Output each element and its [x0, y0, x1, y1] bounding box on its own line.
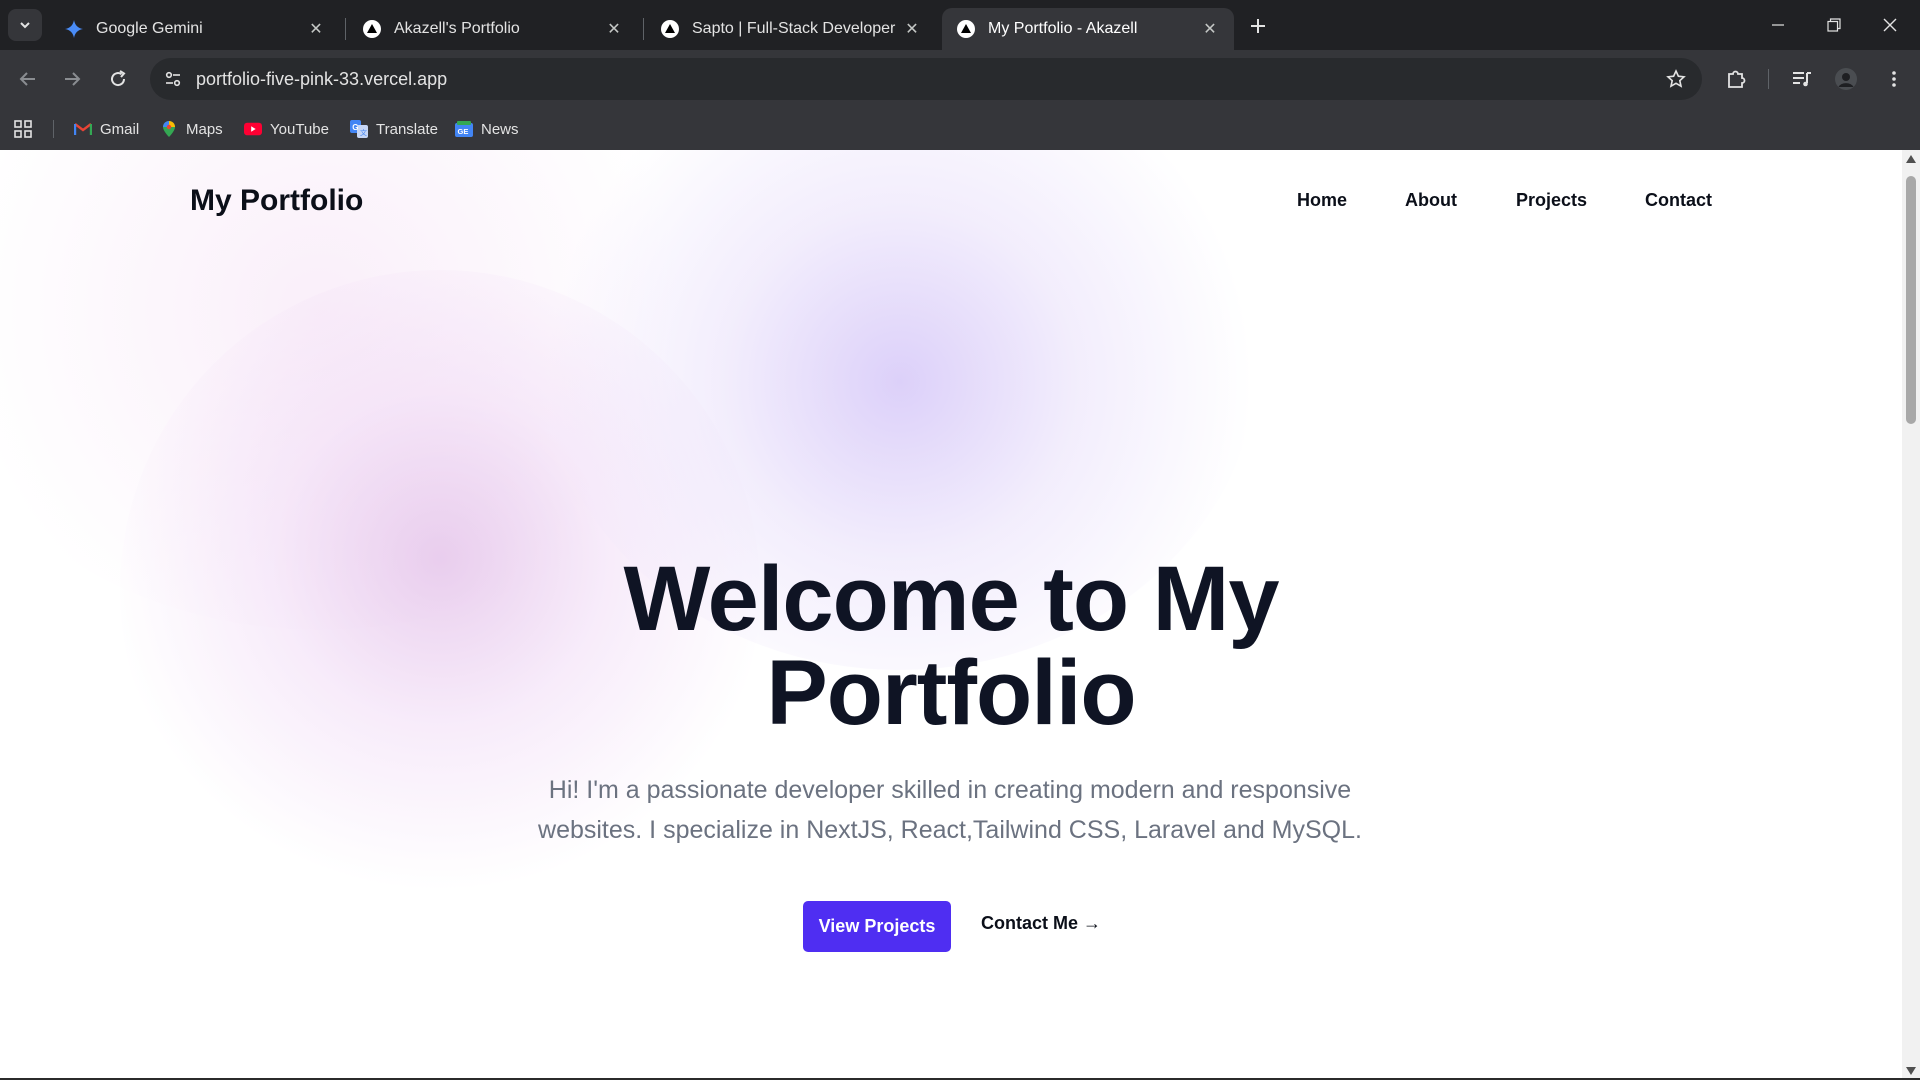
hero-title-line: Welcome to My [623, 548, 1280, 650]
star-icon [1666, 69, 1686, 88]
bookmark-gmail[interactable]: Gmail [74, 118, 139, 140]
apps-button[interactable] [14, 118, 32, 140]
nav-contact-link[interactable]: Contact [1645, 190, 1712, 211]
hero-title-line: Portfolio [766, 642, 1136, 744]
toolbar-divider [1768, 69, 1769, 89]
view-projects-button[interactable]: View Projects [803, 901, 951, 952]
chevron-down-icon [20, 22, 30, 29]
nav-about-link[interactable]: About [1405, 190, 1457, 211]
vercel-icon [956, 19, 976, 39]
vercel-icon [362, 19, 382, 39]
bookmark-translate[interactable]: G文 Translate [350, 118, 438, 140]
queue-music-icon [1793, 72, 1811, 87]
tab-sapto-full-stack[interactable]: Sapto | Full-Stack Developer ✕ [646, 8, 936, 50]
triangle-down-icon [1906, 1067, 1916, 1075]
gemini-icon [64, 19, 84, 39]
nav-home-link[interactable]: Home [1297, 190, 1347, 211]
bookmark-maps[interactable]: Maps [160, 118, 223, 140]
plus-icon [1251, 19, 1265, 33]
tab-akazells-portfolio[interactable]: Akazell's Portfolio ✕ [348, 8, 638, 50]
bookmark-label: Translate [376, 120, 438, 138]
hero-subtitle-line: websites. I specialize in NextJS, React,… [538, 816, 1362, 844]
svg-text:GE: GE [458, 127, 469, 136]
hero-title: Welcome to My Portfolio [0, 552, 1902, 740]
scroll-down-arrow[interactable] [1906, 1066, 1916, 1076]
triangle-up-icon [1906, 155, 1916, 163]
minimize-icon [1772, 24, 1784, 26]
vercel-icon [660, 19, 680, 39]
page-viewport: My Portfolio Home About Projects Contact… [0, 150, 1920, 1078]
hero-subtitle-line: Hi! I'm a passionate developer skilled i… [548, 776, 1352, 804]
site-brand[interactable]: My Portfolio [190, 184, 363, 218]
scrollbar-thumb[interactable] [1906, 176, 1916, 424]
svg-text:文: 文 [360, 128, 367, 137]
bookmark-label: Maps [186, 120, 223, 138]
bookmark-label: Gmail [100, 120, 140, 138]
tab-google-gemini[interactable]: Google Gemini ✕ [50, 8, 340, 50]
arrow-right-icon [65, 72, 81, 86]
close-tab-icon[interactable]: ✕ [1200, 19, 1220, 39]
bookmark-news[interactable]: GE News [455, 118, 519, 140]
bookmarks-divider [53, 120, 54, 138]
bookmark-label: News [481, 120, 519, 138]
tab-title: Sapto | Full-Stack Developer [692, 20, 896, 37]
browser-toolbar: portfolio-five-pink-33.vercel.app [0, 50, 1920, 108]
site-info-button[interactable] [158, 64, 188, 94]
url-text[interactable]: portfolio-five-pink-33.vercel.app [196, 69, 447, 90]
extensions-button[interactable] [1722, 65, 1750, 93]
close-tab-icon[interactable]: ✕ [306, 19, 326, 39]
page-scrollbar[interactable] [1902, 150, 1920, 1080]
tab-divider [345, 18, 346, 40]
tab-title: Akazell's Portfolio [394, 20, 520, 37]
tab-divider [643, 18, 644, 40]
svg-text:G: G [352, 123, 358, 132]
more-vertical-icon [1892, 71, 1896, 87]
address-bar[interactable]: portfolio-five-pink-33.vercel.app [150, 58, 1702, 100]
new-tab-button[interactable] [1244, 12, 1272, 40]
restore-icon [1827, 18, 1841, 32]
news-icon: GE [455, 120, 473, 138]
close-icon [1883, 18, 1897, 32]
tab-title: My Portfolio - Akazell [988, 20, 1138, 37]
apps-grid-icon [14, 120, 32, 138]
nav-projects-link[interactable]: Projects [1516, 190, 1587, 211]
reload-button[interactable] [100, 61, 136, 97]
browser-menu-button[interactable] [1880, 65, 1908, 93]
close-tab-icon[interactable]: ✕ [604, 19, 624, 39]
tab-title: Google Gemini [96, 20, 203, 37]
bookmarks-bar: Gmail Maps YouTube G文 Translate GE News [0, 108, 1920, 150]
arrow-left-icon [19, 72, 35, 86]
tab-my-portfolio-akazell[interactable]: My Portfolio - Akazell ✕ [942, 8, 1234, 50]
tab-strip: Google Gemini ✕ Akazell's Portfolio ✕ Sa… [0, 0, 1920, 50]
close-window-button[interactable] [1862, 0, 1918, 50]
contact-me-link[interactable]: Contact Me → [981, 913, 1101, 934]
bookmark-youtube[interactable]: YouTube [244, 118, 329, 140]
youtube-icon [244, 120, 262, 138]
avatar-icon [1835, 68, 1857, 90]
bookmark-star-button[interactable] [1664, 67, 1688, 91]
restore-button[interactable] [1806, 0, 1862, 50]
gmail-icon [74, 120, 92, 138]
back-button[interactable] [10, 61, 46, 97]
puzzle-icon [1728, 70, 1746, 88]
minimize-button[interactable] [1750, 0, 1806, 50]
translate-icon: G文 [350, 120, 368, 138]
maps-icon [160, 120, 178, 138]
tab-search-button[interactable] [8, 9, 42, 41]
reload-icon [111, 70, 126, 87]
bookmark-label: YouTube [270, 120, 329, 138]
media-control-button[interactable] [1788, 65, 1816, 93]
hero-subtitle: Hi! I'm a passionate developer skilled i… [520, 770, 1380, 850]
close-tab-icon[interactable]: ✕ [902, 19, 922, 39]
scroll-up-arrow[interactable] [1906, 154, 1916, 164]
profile-avatar[interactable] [1832, 65, 1860, 93]
tune-icon [165, 71, 181, 87]
forward-button[interactable] [54, 61, 90, 97]
